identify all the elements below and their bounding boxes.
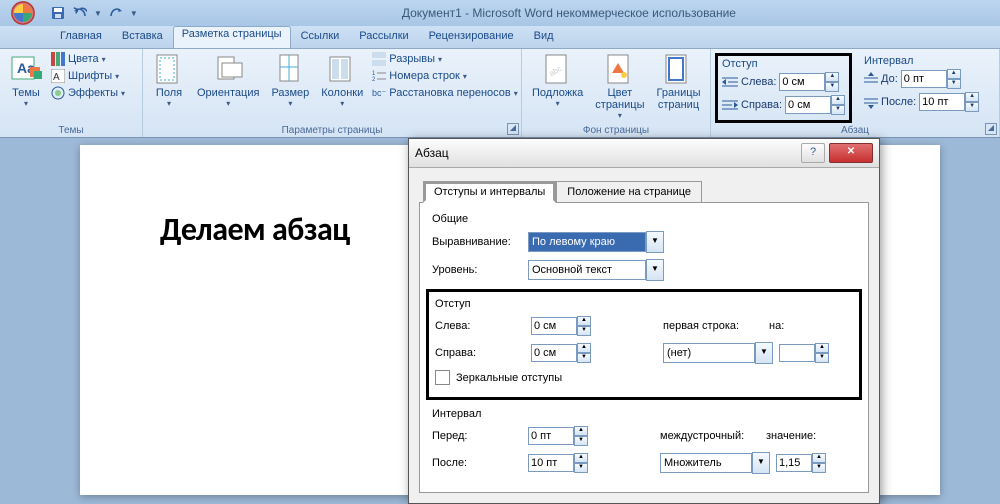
indent-left-dlg-label: Слева: — [435, 320, 525, 332]
svg-text:A: A — [53, 72, 60, 83]
first-line-label: первая строка: — [663, 320, 763, 332]
dialog-tab-indents[interactable]: Отступы и интервалы — [423, 181, 556, 203]
by-label: на: — [769, 320, 799, 332]
group-paragraph: Отступ Слева: ▲▼ Справа: ▲▼ Интервал До: — [711, 49, 1000, 137]
indent-header: Отступ — [722, 58, 845, 70]
window-title: Документ1 - Microsoft Word некоммерческо… — [138, 6, 1000, 20]
orientation-button[interactable]: Ориентация▾ — [191, 51, 265, 110]
by-input[interactable]: ▲▼ — [779, 343, 829, 363]
indent-right-input[interactable]: ▲▼ — [785, 95, 845, 115]
svg-text:bc⁻: bc⁻ — [372, 88, 386, 98]
help-button[interactable]: ? — [801, 143, 825, 163]
breaks-button[interactable]: Разрывы▾ — [369, 51, 521, 67]
watermark-button[interactable]: abcПодложка▾ — [526, 51, 589, 110]
dialog-tab-position[interactable]: Положение на странице — [556, 181, 702, 203]
first-line-combo[interactable]: ▼ — [663, 342, 773, 364]
columns-button[interactable]: Колонки▾ — [315, 51, 369, 110]
tab-references[interactable]: Ссылки — [291, 26, 350, 48]
mirror-label: Зеркальные отступы — [456, 372, 562, 384]
indent-right-dlg-label: Справа: — [435, 347, 525, 359]
tab-mailings[interactable]: Рассылки — [349, 26, 418, 48]
margins-button[interactable]: Поля▾ — [147, 51, 191, 110]
group-page-background: abcПодложка▾ Цвет страницы▾ Границы стра… — [522, 49, 711, 137]
group-themes: Aa Темы▾ Цвета▾ AШрифты▾ Эффекты▾ Темы — [0, 49, 143, 137]
theme-fonts-button[interactable]: AШрифты▾ — [48, 68, 128, 84]
chevron-down-icon[interactable]: ▼ — [646, 231, 664, 253]
group-page-setup-label: Параметры страницы — [147, 125, 517, 137]
alignment-combo[interactable]: ▼ — [528, 231, 664, 253]
indent-right-dlg-input[interactable]: ▲▼ — [531, 343, 591, 363]
alignment-label: Выравнивание: — [432, 236, 522, 248]
paragraph-launcher-icon[interactable]: ◢ — [985, 123, 997, 135]
spacing-before-dlg-label: Перед: — [432, 430, 522, 442]
hyphenation-button[interactable]: bc⁻Расстановка переносов▾ — [369, 85, 521, 101]
line-spacing-combo[interactable]: ▼ — [660, 452, 770, 474]
tab-insert[interactable]: Вставка — [112, 26, 173, 48]
themes-label: Темы — [12, 87, 40, 99]
group-page-bg-label: Фон страницы — [526, 125, 706, 137]
tab-page-layout[interactable]: Разметка страницы — [173, 26, 291, 48]
level-label: Уровень: — [432, 264, 522, 276]
fieldset-general: Общие Выравнивание: ▼ Уровень: ▼ — [432, 213, 856, 281]
indent-right-icon — [722, 98, 738, 112]
page-borders-button[interactable]: Границы страниц — [650, 51, 706, 113]
indent-left-dlg-input[interactable]: ▲▼ — [531, 316, 591, 336]
at-input[interactable]: ▲▼ — [776, 453, 826, 473]
spacing-before-icon — [864, 72, 878, 86]
themes-button[interactable]: Aa Темы▾ — [4, 51, 48, 110]
level-combo[interactable]: ▼ — [528, 259, 664, 281]
save-icon[interactable] — [50, 5, 66, 21]
at-label: значение: — [766, 430, 816, 442]
title-bar: ▼ ▼ Документ1 - Microsoft Word некоммерч… — [0, 0, 1000, 26]
qat-customize-icon[interactable]: ▼ — [130, 9, 138, 18]
size-button[interactable]: Размер▾ — [265, 51, 315, 110]
mirror-checkbox[interactable] — [435, 370, 450, 385]
indent-left-input[interactable]: ▲▼ — [779, 72, 839, 92]
dialog-title: Абзац — [415, 146, 801, 160]
page-setup-launcher-icon[interactable]: ◢ — [507, 123, 519, 135]
dialog-titlebar[interactable]: Абзац ? ✕ — [409, 139, 879, 168]
spacing-header: Интервал — [864, 55, 979, 67]
spacing-before-input[interactable]: ▲▼ — [901, 69, 961, 89]
indent-left-label: Слева: — [741, 76, 776, 88]
tab-review[interactable]: Рецензирование — [419, 26, 524, 48]
group-paragraph-label: Абзац — [715, 125, 995, 137]
theme-effects-button[interactable]: Эффекты▾ — [48, 85, 128, 101]
document-heading[interactable]: Делаем абзац — [160, 210, 350, 249]
spacing-after-dlg-label: После: — [432, 457, 522, 469]
line-spacing-label: междустрочный: — [660, 430, 760, 442]
page-color-button[interactable]: Цвет страницы▾ — [589, 51, 650, 122]
line-numbers-button[interactable]: 12Номера строк▾ — [369, 68, 521, 84]
spacing-after-icon — [864, 95, 878, 109]
undo-icon[interactable] — [72, 5, 88, 21]
group-themes-label: Темы — [4, 125, 138, 137]
spacing-before-dlg-input[interactable]: ▲▼ — [528, 426, 588, 446]
close-button[interactable]: ✕ — [829, 143, 873, 163]
document-area: Делаем абзац Абзац ? ✕ Отступы и интерва… — [0, 138, 1000, 502]
redo-icon[interactable] — [108, 5, 124, 21]
quick-access-toolbar: ▼ ▼ — [50, 5, 138, 21]
paragraph-dialog: Абзац ? ✕ Отступы и интервалы Положение … — [408, 138, 880, 504]
fieldset-indent: Отступ Слева: ▲▼ первая строка: на: Спра… — [426, 289, 862, 400]
office-button[interactable] — [4, 0, 42, 26]
tab-home[interactable]: Главная — [50, 26, 112, 48]
spacing-before-label: До: — [881, 73, 898, 85]
tab-view[interactable]: Вид — [524, 26, 564, 48]
spacing-after-dlg-input[interactable]: ▲▼ — [528, 453, 588, 473]
undo-dropdown-icon[interactable]: ▼ — [94, 9, 102, 18]
fieldset-spacing: Интервал Перед: ▲▼ междустрочный: значен… — [432, 408, 856, 474]
indent-right-label: Справа: — [741, 99, 782, 111]
spin-down-icon[interactable]: ▼ — [825, 82, 839, 92]
spacing-after-label: После: — [881, 96, 916, 108]
theme-colors-button[interactable]: Цвета▾ — [48, 51, 128, 67]
group-page-setup: Поля▾ Ориентация▾ Размер▾ Колонки▾ Разры… — [143, 49, 522, 137]
ribbon-tabs: Главная Вставка Разметка страницы Ссылки… — [0, 26, 1000, 49]
indent-left-icon — [722, 75, 738, 89]
spacing-after-input[interactable]: ▲▼ — [919, 92, 979, 112]
spin-up-icon[interactable]: ▲ — [825, 72, 839, 82]
svg-text:2: 2 — [372, 77, 376, 83]
ribbon: Aa Темы▾ Цвета▾ AШрифты▾ Эффекты▾ Темы П… — [0, 49, 1000, 138]
